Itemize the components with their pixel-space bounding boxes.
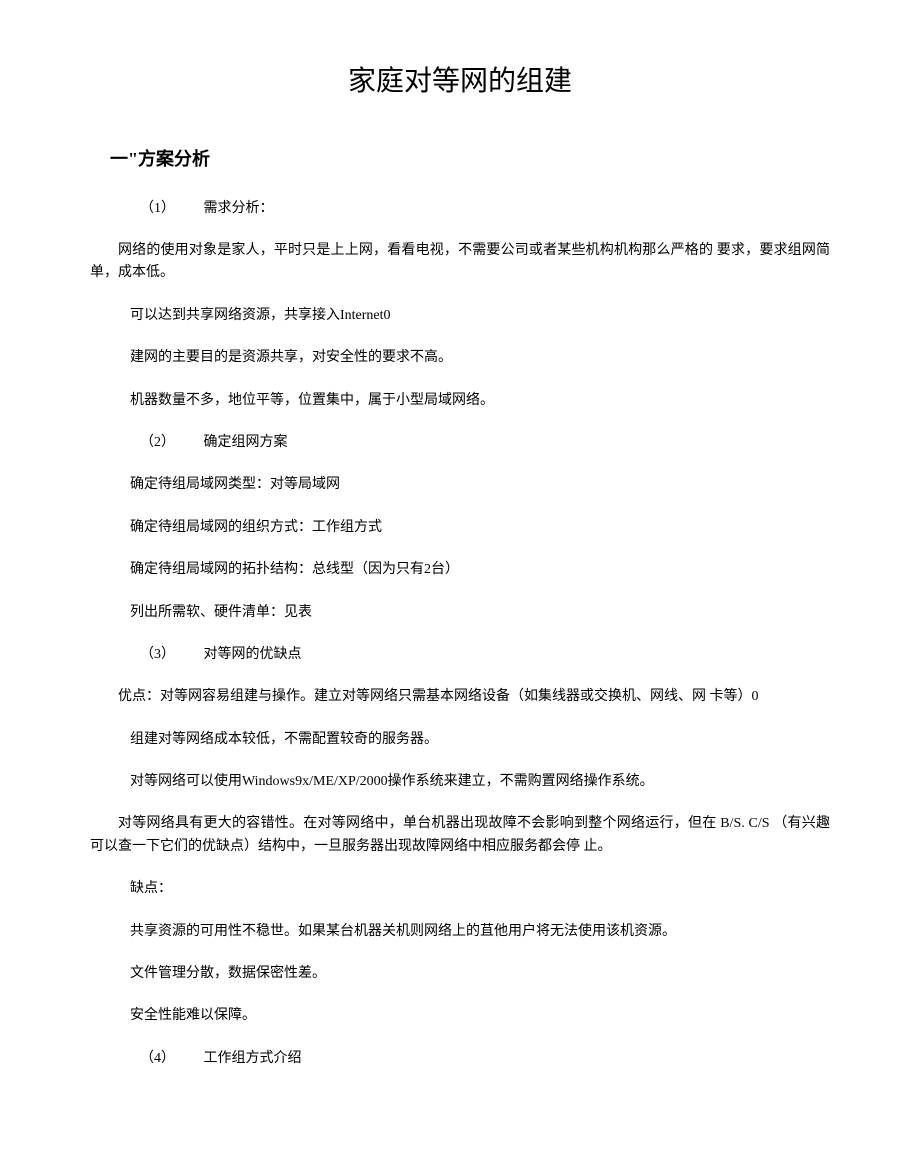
paragraph: 对等网络可以使用Windows9x/ME/XP/2000操作系统来建立，不需购置… xyxy=(130,771,830,793)
paragraph: 缺点： xyxy=(130,878,830,900)
numbered-item-1: （1） 需求分析： xyxy=(140,198,830,220)
paragraph: 列出所需软、硬件清单：见表 xyxy=(130,602,830,624)
item-number: （2） xyxy=(140,432,200,454)
paragraph: 优点：对等网容易组建与操作。建立对等网络只需基本网络设备（如集线器或交换机、网线… xyxy=(90,686,830,708)
document-title: 家庭对等网的组建 xyxy=(90,60,830,105)
paragraph: 可以达到共享网络资源，共享接入Internet0 xyxy=(130,305,830,327)
paragraph: 确定待组局域网的组织方式：工作组方式 xyxy=(130,517,830,539)
item-number: （1） xyxy=(140,198,200,220)
paragraph: 对等网络具有更大的容错性。在对等网络中，单台机器出现故障不会影响到整个网络运行，… xyxy=(90,813,830,858)
numbered-item-3: （3） 对等网的优缺点 xyxy=(140,644,830,666)
paragraph: 确定待组局域网的拓扑结构：总线型（因为只有2台） xyxy=(130,559,830,581)
numbered-item-2: （2） 确定组网方案 xyxy=(140,432,830,454)
item-label: 对等网的优缺点 xyxy=(204,647,302,662)
paragraph: 建网的主要目的是资源共享，对安全性的要求不高。 xyxy=(130,347,830,369)
item-number: （4） xyxy=(140,1048,200,1070)
paragraph: 机器数量不多，地位平等，位置集中，属于小型局域网络。 xyxy=(130,390,830,412)
paragraph: 确定待组局域网类型：对等局域网 xyxy=(130,474,830,496)
section-heading-1: 一"方案分析 xyxy=(110,145,830,174)
paragraph: 文件管理分散，数据保密性差。 xyxy=(130,963,830,985)
item-number: （3） xyxy=(140,644,200,666)
item-label: 需求分析： xyxy=(204,201,274,216)
paragraph: 共享资源的可用性不稳世。如果某台机器关机则网络上的苴他用户将无法使用该机资源。 xyxy=(130,921,830,943)
paragraph: 安全性能难以保障。 xyxy=(130,1005,830,1027)
paragraph: 网络的使用对象是家人，平时只是上上网，看看电视，不需要公司或者某些机构机构那么严… xyxy=(90,240,830,285)
item-label: 确定组网方案 xyxy=(204,435,288,450)
paragraph: 组建对等网络成本较低，不需配置较奇的服务器。 xyxy=(130,729,830,751)
item-label: 工作组方式介绍 xyxy=(204,1051,302,1066)
numbered-item-4: （4） 工作组方式介绍 xyxy=(140,1048,830,1070)
